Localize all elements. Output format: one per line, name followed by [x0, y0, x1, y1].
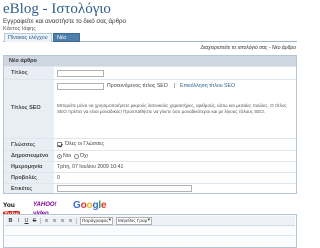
paste-seo-title-link[interactable]: Επικόλληση τίτλου SEO — [180, 83, 235, 90]
yahoo-video-button[interactable]: YAHOO! video — [33, 201, 68, 217]
language-row: Γλώσσες Όλες οι Γλώσσες — [4, 138, 296, 150]
status-row: Δημοσιευμένο Ναι Όχι — [4, 150, 296, 161]
site-header: eBlog - Ιστολόγιο Εγγραφείτε και αναστήσ… — [3, 1, 297, 33]
new-article-link[interactable]: Νέο άρθρο — [272, 45, 296, 51]
views-value: 0 — [57, 175, 60, 181]
form-section-title: Νέο άρθρο — [4, 56, 296, 66]
italic-button[interactable]: I — [15, 217, 22, 225]
all-languages-label: Όλες οι Γλώσσες — [65, 141, 104, 147]
title-label: Τίτλος — [4, 67, 54, 79]
seo-hint-separator: | — [174, 83, 176, 89]
user-name: Κάντος Ιάφης — [3, 26, 36, 32]
align-right-icon[interactable]: ≡ — [59, 217, 66, 225]
youtube-you: You — [3, 202, 15, 209]
editor-content-area[interactable] — [5, 237, 295, 247]
strikethrough-button[interactable]: S — [31, 217, 38, 225]
tags-label: Ετικέτες — [4, 184, 54, 193]
published-label: Δημοσιευμένο — [4, 151, 54, 161]
date-value: Τρίτη, 07 Ιουλίου 2009 10:41 — [57, 164, 124, 170]
font-size-select[interactable]: Μέγεθος Γραμ — [116, 217, 152, 225]
tab-bar: Πίνακας ελέγχου Νέο άρθρο — [3, 33, 297, 50]
underline-button[interactable]: U — [23, 217, 30, 225]
date-row: Ημερομηνία Τρίτη, 07 Ιουλίου 2009 10:41 — [4, 161, 296, 172]
tab-dashboard[interactable]: Πίνακας ελέγχου — [4, 33, 52, 42]
views-label: Προβολές — [4, 173, 54, 183]
toolbar-divider — [40, 218, 41, 224]
site-subtitle: Εγγραφείτε και αναστήστε το δικό σας άρθ… — [3, 18, 126, 25]
language-label: Γλώσσες — [4, 139, 54, 150]
align-left-icon[interactable]: ≡ — [43, 217, 50, 225]
action-links: Διαχειριστείτε το ιστολόγιό σας - Νέο άρ… — [180, 44, 296, 52]
manage-blog-link[interactable]: Διαχειριστείτε το ιστολόγιό σας — [201, 45, 268, 51]
editor-toolbar: B I U S ≡ ≡ ≡ ≡ Παράγραφος Μέγεθος Γραμ — [5, 216, 295, 226]
tags-row: Ετικέτες — [4, 183, 296, 193]
tags-input[interactable] — [57, 185, 192, 192]
toolbar-divider — [76, 218, 77, 224]
site-title: eBlog - Ιστολόγιο — [3, 1, 111, 17]
published-no-radio[interactable] — [74, 154, 79, 159]
google-letter: e — [100, 200, 107, 211]
date-label: Ημερομηνία — [4, 162, 54, 172]
media-embed-bar: YouTube YAHOO! video Google — [3, 199, 297, 219]
align-justify-icon[interactable]: ≡ — [67, 217, 74, 225]
published-yes-radio[interactable] — [57, 154, 62, 159]
seo-note: Μπορείτε μόνο να χρησιμοποιήσετε μικρούς… — [57, 103, 287, 115]
seo-suggested-hint: Προτεινόμενος τίτλος SEO — [107, 83, 168, 89]
youtube-button[interactable]: YouTube — [3, 201, 27, 219]
tab-new-article[interactable]: Νέο άρθρο — [53, 33, 80, 50]
article-form: Νέο άρθρο Τίτλος Τίτλος SEO Προτεινόμενο… — [3, 55, 297, 194]
editor-toolbar-secondary — [5, 227, 295, 236]
title-row: Τίτλος — [4, 66, 296, 79]
all-languages-checkbox[interactable] — [57, 142, 62, 147]
align-center-icon[interactable]: ≡ — [51, 217, 58, 225]
google-letter: G — [73, 200, 81, 211]
seo-label: Τίτλος SEO — [4, 80, 54, 138]
bold-button[interactable]: B — [7, 217, 14, 225]
published-yes-label: Ναι — [63, 153, 71, 159]
published-no-label: Όχι — [80, 153, 88, 159]
views-row: Προβολές 0 — [4, 172, 296, 183]
title-input[interactable] — [57, 70, 104, 77]
seo-row: Τίτλος SEO Προτεινόμενος τίτλος SEO | Επ… — [4, 79, 296, 138]
google-video-button[interactable]: Google — [73, 199, 113, 212]
seo-title-input[interactable] — [57, 83, 104, 90]
format-select[interactable]: Παράγραφος — [80, 217, 113, 225]
rich-text-editor: B I U S ≡ ≡ ≡ ≡ Παράγραφος Μέγεθος Γραμ — [3, 214, 297, 248]
